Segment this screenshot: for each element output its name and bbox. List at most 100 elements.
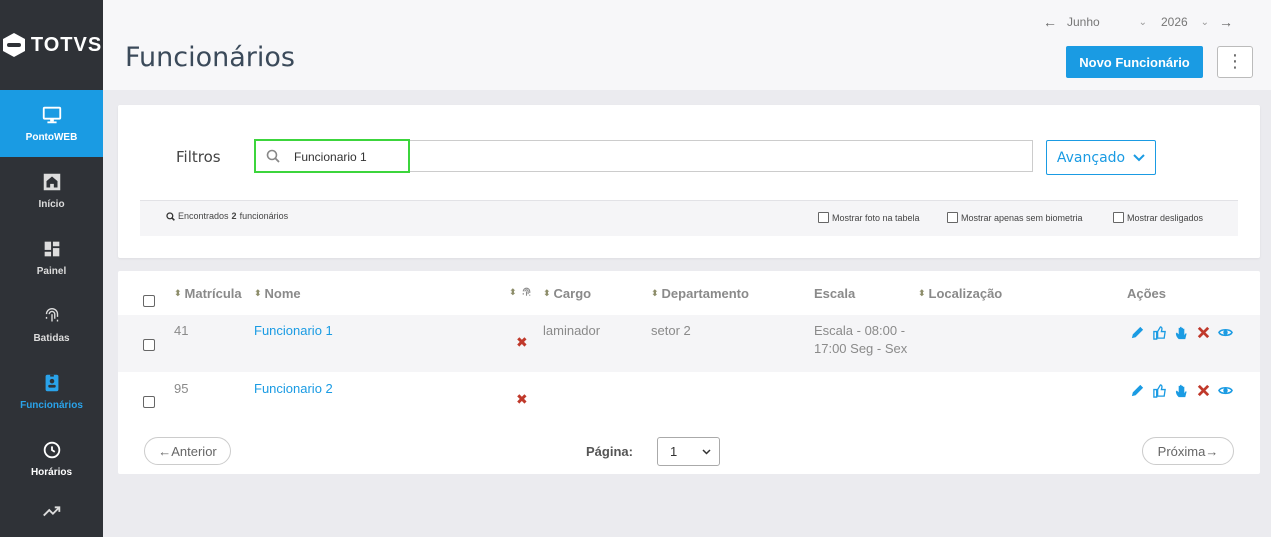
checkbox[interactable]	[1113, 212, 1124, 223]
search-focus-highlight	[254, 139, 410, 173]
sidebar-item-label: Batidas	[33, 333, 70, 344]
badge-icon	[45, 374, 58, 392]
results-bar: Encontrados 2 funcionários Mostrar foto …	[140, 200, 1238, 236]
totvs-logo[interactable]: TOTVS	[0, 0, 103, 90]
header-label: Nome	[264, 286, 301, 301]
edit-pencil-icon[interactable]	[1130, 325, 1145, 340]
column-header-escala: Escala	[814, 286, 855, 301]
column-header-localizacao[interactable]: ⬍ Localização	[918, 286, 1002, 301]
page-title: Funcionários	[125, 42, 295, 73]
sort-icon: ⬍	[543, 288, 551, 298]
no-biometry-x-icon: ✖	[516, 391, 528, 407]
month-value: Junho	[1067, 15, 1100, 29]
employee-name-link[interactable]: Funcionario 2	[254, 381, 333, 396]
column-header-acoes: Ações	[1127, 286, 1166, 301]
select-all-checkbox[interactable]	[143, 295, 155, 307]
chevron-down-icon	[702, 448, 711, 455]
next-month-arrow-icon[interactable]: →	[1215, 14, 1237, 30]
fingerprint-icon	[45, 308, 58, 322]
hand-icon[interactable]	[1174, 325, 1189, 340]
row-actions	[1130, 383, 1233, 398]
row-checkbox[interactable]	[143, 339, 155, 351]
sidebar-item-label: Funcionários	[20, 400, 83, 411]
header-label: Escala	[814, 286, 856, 301]
checkbox[interactable]	[947, 212, 958, 223]
thumbs-up-icon[interactable]	[1152, 383, 1167, 398]
view-eye-icon[interactable]	[1218, 383, 1233, 398]
header-label: Departamento	[661, 286, 749, 301]
checkbox[interactable]	[818, 212, 829, 223]
sort-icon: ⬍	[918, 288, 926, 298]
page-header: Funcionários ← Junho ⌄ 2026 ⌄ → Novo Fun…	[103, 0, 1271, 90]
no-biometry-checkbox[interactable]: Mostrar apenas sem biometria	[947, 212, 1083, 223]
employees-table: ⬍ Matrícula ⬍ Nome ⬍ ⬍ Cargo ⬍ Departamento …	[118, 271, 1260, 474]
header-label: Ações	[1127, 286, 1167, 301]
sidebar-item-funcionarios[interactable]: Funcionários	[0, 358, 103, 425]
delete-x-icon[interactable]	[1196, 383, 1211, 398]
month-select[interactable]: Junho ⌄	[1067, 15, 1147, 29]
sidebar-item-label: Horários	[30, 467, 73, 478]
results-count: Encontrados 2 funcionários	[166, 211, 288, 221]
sidebar-item-pontoweb[interactable]: PontoWEB	[0, 90, 103, 157]
employee-name-link[interactable]: Funcionario 1	[254, 323, 333, 338]
search-icon	[166, 211, 175, 221]
new-employee-button[interactable]: Novo Funcionário	[1066, 46, 1203, 78]
page-value: 1	[670, 444, 678, 459]
sidebar-item-label: PontoWEB	[25, 132, 78, 143]
sort-icon: ⬍	[509, 287, 517, 297]
column-header-nome[interactable]: ⬍ Nome	[254, 286, 301, 301]
show-dismissed-checkbox[interactable]: Mostrar desligados	[1113, 212, 1203, 223]
chevron-down-icon: ⌄	[1138, 16, 1147, 28]
kebab-icon: ⋮	[1226, 51, 1244, 71]
view-eye-icon[interactable]	[1218, 325, 1233, 340]
sort-icon: ⬍	[174, 288, 182, 298]
prev-month-arrow-icon[interactable]: ←	[1039, 14, 1061, 30]
chevron-down-icon: ⌄	[1200, 16, 1209, 28]
table-row: 95 Funcionario 2 ✖	[118, 372, 1260, 429]
column-header-biometria[interactable]: ⬍	[509, 286, 533, 299]
year-select[interactable]: 2026 ⌄	[1161, 15, 1209, 29]
edit-pencil-icon[interactable]	[1130, 383, 1145, 398]
thumbs-up-icon[interactable]	[1152, 325, 1167, 340]
table-row: 41 Funcionario 1 ✖ laminador setor 2 Esc…	[118, 315, 1260, 372]
cell-departamento: setor 2	[651, 323, 691, 338]
next-page-button[interactable]: Próxima→	[1142, 437, 1234, 465]
sidebar-item-batidas[interactable]: Batidas	[0, 291, 103, 358]
results-suffix: funcionários	[239, 211, 289, 221]
filter-panel: Filtros Funcionario 1 Avançado Encontrad…	[118, 105, 1260, 258]
advanced-filter-button[interactable]: Avançado	[1046, 140, 1156, 175]
column-header-departamento[interactable]: ⬍ Departamento	[651, 286, 749, 301]
sidebar-item-label: Início	[38, 199, 65, 210]
sidebar-item-inicio[interactable]: Início	[0, 157, 103, 224]
sidebar-item-horarios[interactable]: Horários	[0, 425, 103, 492]
sidebar: TOTVS PontoWEB Início Painel Batidas Fun…	[0, 0, 103, 537]
sort-icon: ⬍	[254, 288, 262, 298]
results-prefix: Encontrados	[178, 211, 229, 221]
column-header-matricula[interactable]: ⬍ Matrícula	[174, 286, 242, 301]
cell-matricula: 95	[174, 381, 189, 396]
advanced-label: Avançado	[1056, 149, 1126, 166]
dashboard-icon	[44, 241, 59, 257]
row-checkbox[interactable]	[143, 396, 155, 408]
sidebar-item-painel[interactable]: Painel	[0, 224, 103, 291]
previous-page-button[interactable]: ←Anterior	[144, 437, 231, 465]
column-header-cargo[interactable]: ⬍ Cargo	[543, 286, 591, 301]
trend-icon	[42, 506, 60, 517]
delete-x-icon[interactable]	[1196, 325, 1211, 340]
totvs-logo-icon	[2, 33, 25, 57]
page-select[interactable]: 1	[657, 437, 720, 466]
sidebar-item-relatorios[interactable]	[0, 492, 103, 522]
sort-icon: ⬍	[651, 288, 659, 298]
more-options-button[interactable]: ⋮	[1217, 46, 1253, 78]
header-label: Cargo	[553, 286, 592, 301]
date-navigator: ← Junho ⌄ 2026 ⌄ →	[1039, 14, 1237, 30]
show-photo-checkbox[interactable]: Mostrar foto na tabela	[818, 212, 920, 223]
cell-cargo: laminador	[543, 323, 601, 338]
checkbox-label: Mostrar foto na tabela	[832, 212, 920, 223]
monitor-icon	[42, 106, 61, 124]
cell-escala: Escala - 08:00 -	[814, 323, 906, 338]
hand-icon[interactable]	[1174, 383, 1189, 398]
clock-icon	[43, 441, 60, 459]
checkbox-label: Mostrar apenas sem biometria	[961, 212, 1083, 223]
cell-escala: 17:00 Seg - Sex	[814, 341, 908, 356]
